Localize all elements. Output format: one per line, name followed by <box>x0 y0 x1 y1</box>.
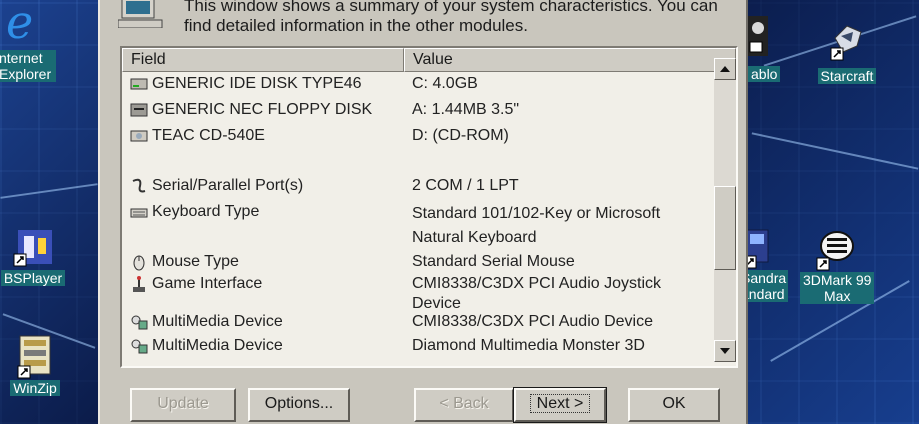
cdrom-drive-icon <box>130 130 148 142</box>
row-field: Game Interface <box>130 274 262 294</box>
next-button-label: Next > <box>529 394 591 413</box>
desktop-icon-bsplayer[interactable]: BSPlayer <box>0 224 66 288</box>
row-field: Serial/Parallel Port(s) <box>130 176 303 196</box>
system-summary-dialog: This window shows a summary of your syst… <box>98 0 748 424</box>
desktop-icon-label: ablo <box>748 66 781 82</box>
row-field-label: Serial/Parallel Port(s) <box>152 177 304 194</box>
row-field: GENERIC IDE DISK TYPE46 <box>130 74 362 94</box>
row-field-label: GENERIC IDE DISK TYPE46 <box>152 75 362 92</box>
row-field-label: TEAC CD-540E <box>152 127 265 144</box>
scroll-thumb[interactable] <box>714 186 736 270</box>
multimedia-icon <box>131 339 148 354</box>
port-icon <box>132 178 146 193</box>
row-field-label: Mouse Type <box>152 253 239 270</box>
row-value: CMI8338/C3DX PCI Audio Device <box>412 313 653 330</box>
keyboard-icon <box>130 208 148 218</box>
column-header-value[interactable]: Value <box>404 48 736 72</box>
arrow-down-icon <box>720 348 730 354</box>
dialog-description: This window shows a summary of your syst… <box>184 0 718 35</box>
joystick-icon <box>133 276 145 292</box>
row-field: GENERIC NEC FLOPPY DISK <box>130 100 372 120</box>
row-field: TEAC CD-540E <box>130 126 265 146</box>
arrow-up-icon <box>720 66 730 72</box>
row-field-label: MultiMedia Device <box>152 313 283 330</box>
desktop-icon-winzip[interactable]: WinZip <box>4 332 66 398</box>
desktop-icon-label: WinZip <box>10 380 60 396</box>
row-value: D: (CD-ROM) <box>412 127 509 144</box>
row-field-label: GENERIC NEC FLOPPY DISK <box>152 101 373 118</box>
back-button[interactable]: < Back <box>414 388 514 422</box>
vertical-scrollbar[interactable] <box>714 58 736 362</box>
desktop-icon-label: nternet Explorer <box>0 50 56 82</box>
row-value: CMI8338/C3DX PCI Audio Joystick Device <box>412 275 661 312</box>
computer-icon <box>118 0 163 28</box>
floppy-drive-icon <box>130 103 148 117</box>
diablo-icon <box>748 16 768 56</box>
bsplayer-icon <box>13 230 52 267</box>
ok-button[interactable]: OK <box>628 388 720 422</box>
scroll-down-button[interactable] <box>714 340 736 362</box>
scroll-up-button[interactable] <box>714 58 736 80</box>
row-value: Standard 101/102-Key or Microsoft Natura… <box>412 205 661 246</box>
row-value: C: 4.0GB <box>412 75 478 92</box>
multimedia-icon <box>131 315 148 330</box>
row-field-label: Keyboard Type <box>152 203 260 220</box>
row-value: Diamond Multimedia Monster 3D <box>412 337 645 354</box>
starcraft-icon <box>830 25 862 61</box>
desktop-icon-label: Starcraft <box>817 68 877 84</box>
summary-list[interactable]: Field Value GENERIC IDE DISK TYPE46 C: 4.… <box>120 46 738 368</box>
row-field-label: Game Interface <box>152 275 263 292</box>
next-button[interactable]: Next > <box>513 387 607 423</box>
row-field: Mouse Type <box>130 252 239 272</box>
row-field: MultiMedia Device <box>130 336 283 356</box>
options-button[interactable]: Options... <box>248 388 350 422</box>
desktop-icon-label: BSPlayer <box>0 270 66 286</box>
desktop-icon-label: 3DMark 99 Max <box>800 272 875 304</box>
internet-explorer-icon: e <box>6 0 33 44</box>
svg-text:e: e <box>6 0 33 44</box>
desktop-icon-diablo[interactable]: ablo <box>748 14 781 82</box>
row-value: 2 COM / 1 LPT <box>412 177 519 194</box>
desktop-icon-internet-explorer[interactable]: e nternet Explorer <box>0 0 56 82</box>
mouse-icon <box>133 255 145 271</box>
column-header-field[interactable]: Field <box>122 48 404 72</box>
row-field-label: MultiMedia Device <box>152 337 283 354</box>
desktop-icon-starcraft[interactable]: Starcraft <box>812 18 882 86</box>
3dmark-icon <box>816 231 854 271</box>
update-button[interactable]: Update <box>130 388 236 422</box>
row-field: MultiMedia Device <box>130 312 283 332</box>
desktop-icon-3dmark[interactable]: 3DMark 99 Max <box>800 224 875 306</box>
hard-disk-icon <box>130 78 148 90</box>
row-value: A: 1.44MB 3.5" <box>412 101 520 118</box>
row-field: Keyboard Type <box>130 202 259 222</box>
winzip-icon <box>17 335 51 379</box>
row-value: Standard Serial Mouse <box>412 253 575 270</box>
